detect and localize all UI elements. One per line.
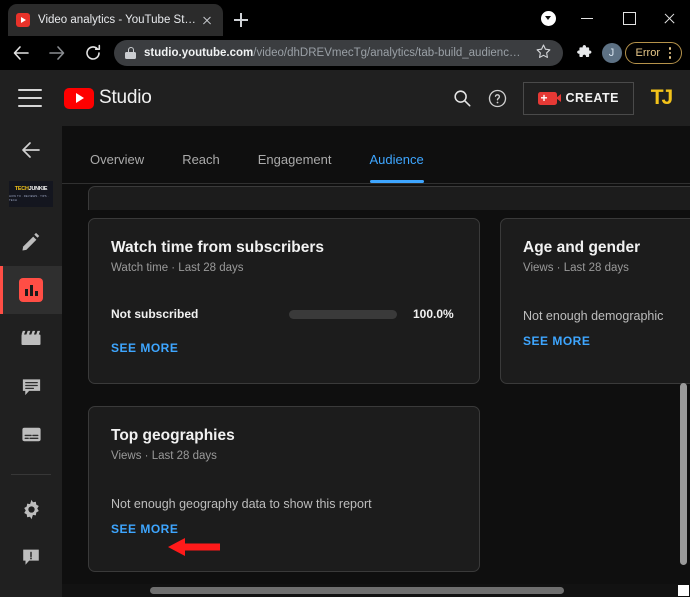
search-icon[interactable] bbox=[445, 81, 479, 115]
metric-value: 100.0% bbox=[413, 307, 454, 321]
close-icon[interactable] bbox=[199, 12, 215, 28]
sidebar-item-edit[interactable] bbox=[0, 218, 62, 266]
url-text: studio.youtube.com/video/dhDREVmecTg/ana… bbox=[144, 47, 535, 59]
create-button-label: CREATE bbox=[566, 91, 619, 105]
sidebar-divider bbox=[11, 474, 51, 475]
error-status-badge[interactable]: Error bbox=[625, 42, 682, 64]
horizontal-scrollbar-thumb[interactable] bbox=[150, 587, 564, 594]
card-title: Age and gender bbox=[523, 239, 677, 257]
horizontal-scrollbar[interactable] bbox=[62, 584, 678, 597]
address-bar[interactable]: studio.youtube.com/video/dhDREVmecTg/ana… bbox=[114, 40, 563, 66]
video-camera-icon bbox=[538, 92, 557, 105]
pencil-icon bbox=[20, 231, 42, 253]
url-path: /video/dhDREVmecTg/analytics/tab-build_a… bbox=[253, 47, 520, 59]
tab-strip: Video analytics - YouTube Studio bbox=[0, 0, 690, 36]
studio-sidebar: TECHJUNKIE HOW TO · REVIEWS · TIPS · TEC… bbox=[0, 126, 62, 597]
reload-icon[interactable] bbox=[78, 38, 108, 68]
browser-tab[interactable]: Video analytics - YouTube Studio bbox=[8, 4, 223, 36]
sidebar-item-subtitles[interactable] bbox=[0, 410, 62, 458]
subtitles-icon bbox=[20, 423, 43, 446]
studio-header-actions: CREATE TJ bbox=[445, 81, 690, 115]
card-subtitle: Views · Last 28 days bbox=[111, 450, 457, 462]
back-arrow-icon[interactable] bbox=[6, 38, 36, 68]
browser-tab-title: Video analytics - YouTube Studio bbox=[38, 14, 199, 26]
sidebar-item-send-feedback[interactable] bbox=[0, 533, 62, 581]
download-indicator-icon[interactable] bbox=[541, 11, 556, 26]
channel-thumbnail-title: TECHJUNKIE bbox=[15, 186, 47, 192]
gear-icon bbox=[20, 498, 43, 521]
youtube-studio-app: Studio CREATE TJ TECHJUNKIE HOW TO · REV… bbox=[0, 70, 690, 597]
profile-avatar[interactable]: J bbox=[602, 43, 622, 63]
card-subtitle: Views · Last 28 days bbox=[523, 262, 677, 274]
sidebar-item-settings[interactable] bbox=[0, 485, 62, 533]
sidebar-item-comments[interactable] bbox=[0, 362, 62, 410]
studio-brand-label: Studio bbox=[99, 87, 152, 109]
comment-bubble-icon bbox=[20, 375, 43, 398]
forward-arrow-icon[interactable] bbox=[42, 38, 72, 68]
progress-bar-track bbox=[289, 310, 397, 319]
sidebar-item-analytics[interactable] bbox=[0, 266, 62, 314]
minimize-icon[interactable] bbox=[567, 0, 608, 36]
metric-row: Not subscribed 100.0% bbox=[111, 307, 457, 321]
clapperboard-icon bbox=[19, 326, 43, 350]
analytics-content: Overview Reach Engagement Audience Watch… bbox=[62, 126, 690, 597]
error-badge-label: Error bbox=[636, 47, 660, 59]
see-more-watch-time[interactable]: SEE MORE bbox=[111, 341, 178, 355]
close-icon[interactable] bbox=[649, 0, 690, 36]
vertical-scrollbar[interactable] bbox=[678, 126, 689, 597]
channel-thumbnail[interactable]: TECHJUNKIE HOW TO · REVIEWS · TIPS · TEC… bbox=[9, 181, 53, 207]
browser-chrome: Video analytics - YouTube Studio studio.… bbox=[0, 0, 690, 70]
card-title: Top geographies bbox=[111, 427, 457, 445]
browser-toolbar: studio.youtube.com/video/dhDREVmecTg/ana… bbox=[0, 36, 690, 70]
see-more-top-geographies[interactable]: SEE MORE bbox=[111, 522, 178, 536]
new-tab-button[interactable] bbox=[230, 9, 252, 31]
lock-icon bbox=[125, 47, 136, 59]
star-icon[interactable] bbox=[535, 43, 555, 63]
card-clipped-above bbox=[88, 186, 690, 210]
sidebar-back-button[interactable] bbox=[0, 126, 62, 174]
tab-engagement[interactable]: Engagement bbox=[258, 140, 332, 179]
url-host: studio.youtube.com bbox=[144, 47, 253, 59]
scrollbar-corner bbox=[678, 585, 689, 596]
analytics-bar-chart-icon bbox=[19, 278, 43, 302]
card-top-geographies: Top geographies Views · Last 28 days Not… bbox=[88, 406, 480, 572]
kebab-menu-icon[interactable] bbox=[664, 47, 676, 59]
tab-audience[interactable]: Audience bbox=[370, 140, 424, 179]
tabs-divider bbox=[62, 183, 690, 184]
feedback-bubble-icon bbox=[20, 546, 42, 568]
empty-state-text: Not enough demographic bbox=[523, 309, 677, 323]
hamburger-icon[interactable] bbox=[18, 89, 42, 107]
sidebar-item-videos[interactable] bbox=[0, 314, 62, 362]
card-watch-time-from-subscribers: Watch time from subscribers Watch time ·… bbox=[88, 218, 480, 384]
studio-header: Studio CREATE TJ bbox=[0, 70, 690, 126]
youtube-logo-icon bbox=[64, 88, 94, 109]
window-controls bbox=[567, 0, 690, 36]
tab-reach[interactable]: Reach bbox=[182, 140, 220, 179]
channel-thumbnail-tagline: HOW TO · REVIEWS · TIPS · TECH bbox=[9, 194, 53, 202]
youtube-favicon bbox=[16, 13, 30, 27]
maximize-icon[interactable] bbox=[608, 0, 649, 36]
card-subtitle: Watch time · Last 28 days bbox=[111, 262, 457, 274]
card-title: Watch time from subscribers bbox=[111, 239, 457, 257]
annotation-red-arrow bbox=[168, 537, 220, 557]
puzzle-piece-icon[interactable] bbox=[571, 39, 599, 67]
vertical-scrollbar-thumb[interactable] bbox=[680, 383, 687, 565]
metric-label: Not subscribed bbox=[111, 307, 289, 321]
empty-state-text: Not enough geography data to show this r… bbox=[111, 497, 457, 511]
see-more-age-gender[interactable]: SEE MORE bbox=[523, 334, 590, 348]
tab-overview[interactable]: Overview bbox=[90, 140, 144, 179]
studio-brand[interactable]: Studio bbox=[64, 87, 152, 109]
card-age-and-gender: Age and gender Views · Last 28 days Not … bbox=[500, 218, 690, 384]
help-circle-icon[interactable] bbox=[481, 81, 515, 115]
analytics-tabs: Overview Reach Engagement Audience bbox=[90, 140, 462, 179]
create-button[interactable]: CREATE bbox=[523, 82, 634, 115]
avatar[interactable]: TJ bbox=[646, 83, 676, 113]
